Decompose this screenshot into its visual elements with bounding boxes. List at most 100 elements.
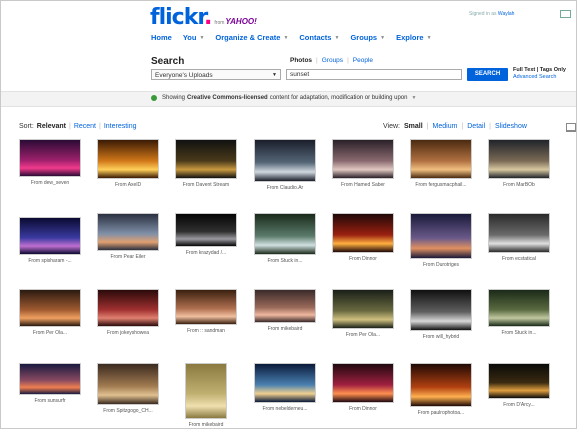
photo-thumbnail[interactable]: [410, 363, 472, 407]
photo-result[interactable]: From fergusmacphail...: [410, 139, 472, 189]
photo-thumbnail[interactable]: [97, 139, 159, 179]
photo-result[interactable]: From Dinnor: [332, 363, 394, 413]
photo-owner-caption[interactable]: From paulrophotoa...: [402, 410, 480, 416]
photo-result[interactable]: From Per Ola...: [332, 289, 394, 339]
photo-owner-caption[interactable]: From ecstatical: [480, 256, 558, 262]
photo-result[interactable]: From :: sandman: [175, 289, 237, 335]
photo-owner-caption[interactable]: From dew_seven: [11, 180, 89, 186]
flickr-logo[interactable]: flickr. from YAHOO!: [150, 7, 257, 31]
advanced-search-link[interactable]: Advanced Search: [513, 74, 566, 81]
photo-thumbnail[interactable]: [19, 139, 81, 177]
slideshow-icon[interactable]: [566, 123, 576, 132]
photo-thumbnail[interactable]: [410, 213, 472, 259]
photo-result[interactable]: From jokeyshowea: [97, 289, 159, 337]
photo-owner-caption[interactable]: From Per Ola...: [324, 332, 402, 338]
photo-owner-caption[interactable]: From Durotriges: [402, 262, 480, 268]
search-input[interactable]: [286, 69, 462, 80]
photo-owner-caption[interactable]: From Spitzgogo_CH...: [89, 408, 167, 414]
photo-result[interactable]: From Dinnor: [332, 213, 394, 263]
photo-thumbnail[interactable]: [488, 289, 550, 327]
photo-thumbnail[interactable]: [332, 213, 394, 253]
nav-explore[interactable]: Explore ▼: [396, 33, 431, 42]
photo-result[interactable]: From ecstatical: [488, 213, 550, 263]
photo-owner-caption[interactable]: From Per Ola...: [11, 330, 89, 336]
photo-owner-caption[interactable]: From D'Arcy...: [480, 402, 558, 408]
photo-thumbnail[interactable]: [175, 139, 237, 179]
photo-result[interactable]: From paulrophotoa...: [410, 363, 472, 417]
photo-thumbnail[interactable]: [97, 363, 159, 405]
photo-result[interactable]: From MarBOb: [488, 139, 550, 189]
tab-groups[interactable]: Groups: [322, 57, 343, 64]
photo-result[interactable]: From mikebaird: [254, 289, 316, 333]
photo-thumbnail[interactable]: [488, 213, 550, 253]
photo-thumbnail[interactable]: [19, 363, 81, 395]
photo-thumbnail[interactable]: [410, 289, 472, 331]
photo-owner-caption[interactable]: From Pear Eiler: [89, 254, 167, 260]
photo-result[interactable]: From mikebaird: [185, 363, 227, 429]
photo-result[interactable]: From Pear Eiler: [97, 213, 159, 261]
photo-result[interactable]: From Stuck in...: [488, 289, 550, 337]
photo-thumbnail[interactable]: [332, 139, 394, 179]
upload-scope-select[interactable]: Everyone's Uploads ▼: [151, 69, 281, 80]
photo-result[interactable]: From Claudio.Ar: [254, 139, 316, 192]
photo-owner-caption[interactable]: From fergusmacphail...: [402, 182, 480, 188]
photo-thumbnail[interactable]: [332, 363, 394, 403]
view-medium[interactable]: Medium: [433, 123, 458, 130]
photo-thumbnail[interactable]: [175, 213, 237, 247]
photo-result[interactable]: From spisharam -...: [19, 217, 81, 265]
mail-icon[interactable]: [560, 10, 571, 18]
tab-people[interactable]: People: [353, 57, 373, 64]
photo-owner-caption[interactable]: From MarBOb: [480, 182, 558, 188]
photo-result[interactable]: From nebelderneu...: [254, 363, 316, 413]
photo-result[interactable]: From Stuck in...: [254, 213, 316, 265]
photo-thumbnail[interactable]: [254, 213, 316, 255]
nav-home[interactable]: Home: [151, 33, 172, 42]
photo-owner-caption[interactable]: From mikebaird: [177, 422, 235, 428]
photo-owner-caption[interactable]: From AxelD: [89, 182, 167, 188]
nav-groups[interactable]: Groups ▼: [350, 33, 385, 42]
nav-contacts[interactable]: Contacts ▼: [299, 33, 339, 42]
photo-owner-caption[interactable]: From Hamed Saber: [324, 182, 402, 188]
photo-thumbnail[interactable]: [488, 139, 550, 179]
photo-result[interactable]: From will_hybrid: [410, 289, 472, 341]
full-text-toggle[interactable]: Full Text | Tags Only: [513, 67, 566, 74]
photo-result[interactable]: From dew_seven: [19, 139, 81, 187]
photo-owner-caption[interactable]: From Davent Stream: [167, 182, 245, 188]
photo-owner-caption[interactable]: From Stuck in...: [246, 258, 324, 264]
photo-result[interactable]: From D'Arcy...: [488, 363, 550, 409]
sort-interesting[interactable]: Interesting: [104, 123, 137, 130]
photo-result[interactable]: From Spitzgogo_CH...: [97, 363, 159, 415]
photo-thumbnail[interactable]: [488, 363, 550, 399]
photo-thumbnail[interactable]: [254, 289, 316, 323]
photo-result[interactable]: From krazydad /...: [175, 213, 237, 257]
photo-owner-caption[interactable]: From spisharam -...: [11, 258, 89, 264]
photo-thumbnail[interactable]: [19, 289, 81, 327]
photo-thumbnail[interactable]: [254, 363, 316, 403]
photo-result[interactable]: From Davent Stream: [175, 139, 237, 189]
photo-result[interactable]: From AxelD: [97, 139, 159, 189]
photo-owner-caption[interactable]: From Stuck in...: [480, 330, 558, 336]
sort-recent[interactable]: Recent: [74, 123, 96, 130]
photo-owner-caption[interactable]: From jokeyshowea: [89, 330, 167, 336]
photo-thumbnail[interactable]: [19, 217, 81, 255]
photo-owner-caption[interactable]: From Dinnor: [324, 406, 402, 412]
tab-photos[interactable]: Photos: [290, 57, 312, 64]
photo-thumbnail[interactable]: [175, 289, 237, 325]
photo-owner-caption[interactable]: From Claudio.Ar: [246, 185, 324, 191]
photo-result[interactable]: From Durotriges: [410, 213, 472, 269]
photo-thumbnail[interactable]: [97, 289, 159, 327]
photo-thumbnail[interactable]: [410, 139, 472, 179]
photo-owner-caption[interactable]: From mikebaird: [246, 326, 324, 332]
photo-thumbnail[interactable]: [97, 213, 159, 251]
view-small[interactable]: Small: [404, 123, 423, 130]
view-detail[interactable]: Detail: [467, 123, 485, 130]
nav-you[interactable]: You ▼: [183, 33, 205, 42]
photo-owner-caption[interactable]: From sunsurfr: [11, 398, 89, 404]
photo-result[interactable]: From sunsurfr: [19, 363, 81, 405]
search-button[interactable]: SEARCH: [467, 68, 508, 81]
photo-owner-caption[interactable]: From will_hybrid: [402, 334, 480, 340]
photo-thumbnail[interactable]: [254, 139, 316, 182]
username-link[interactable]: Waylah: [498, 11, 515, 17]
nav-organize-create[interactable]: Organize & Create ▼: [215, 33, 288, 42]
sort-relevant[interactable]: Relevant: [37, 123, 66, 130]
